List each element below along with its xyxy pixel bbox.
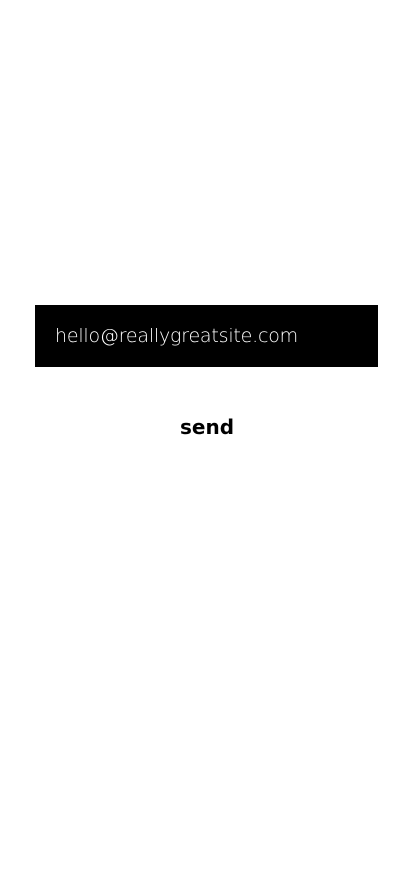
send-button-label: send [179, 415, 235, 439]
send-button[interactable]: send [0, 410, 414, 444]
email-field[interactable]: hello@reallygreatsite.com [35, 305, 378, 367]
email-field-value: hello@reallygreatsite.com [55, 325, 298, 347]
